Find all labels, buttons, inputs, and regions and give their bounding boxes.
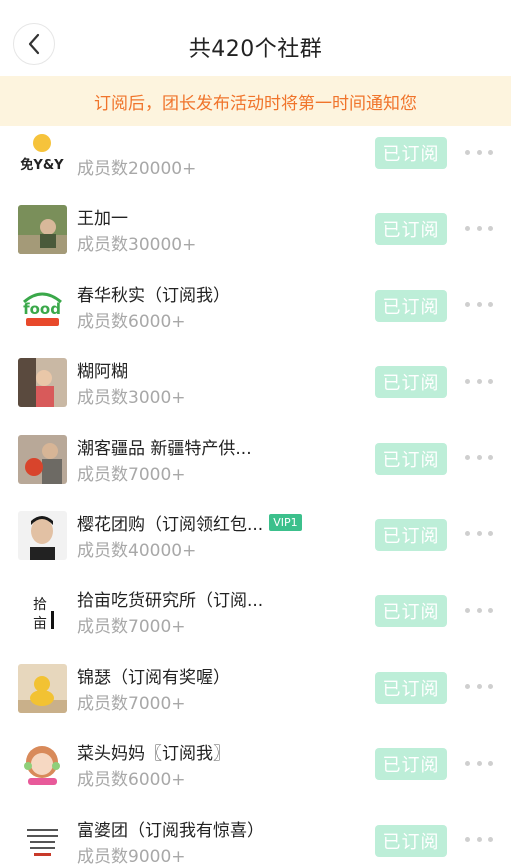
vip-badge: VIP1 <box>269 513 302 531</box>
member-count: 成员数3000+ <box>77 388 186 409</box>
header: 共420个社群 <box>0 0 511 76</box>
group-avatar <box>18 740 67 790</box>
group-name: 菜头妈妈〖订阅我〗 <box>77 744 230 765</box>
subscribed-button[interactable]: 已订阅 <box>375 137 447 169</box>
list-item[interactable]: 樱花团购（订阅领红包... VIP1 成员数40000+ 已订阅 <box>0 485 511 561</box>
subscribed-button[interactable]: 已订阅 <box>375 289 447 322</box>
svg-text:免Y&Y: 免Y&Y <box>20 157 64 173</box>
group-avatar <box>18 663 67 713</box>
list-item[interactable]: food 春华秋实（订阅我） 成员数6000+ 已订阅 <box>0 256 511 332</box>
more-icon[interactable] <box>465 834 493 846</box>
member-count: 成员数7000+ <box>77 693 186 714</box>
more-icon[interactable] <box>465 222 493 234</box>
svg-text:food: food <box>23 300 61 318</box>
more-icon[interactable] <box>465 146 493 158</box>
group-avatar <box>18 816 67 866</box>
subscribe-notice-banner: 订阅后，团长发布活动时将第一时间通知您 <box>0 76 511 126</box>
group-name: 糊阿糊 <box>77 362 128 383</box>
group-name: 春华秋实（订阅我） <box>77 285 230 306</box>
member-count: 成员数20000+ <box>77 159 197 179</box>
subscribed-button[interactable]: 已订阅 <box>375 824 447 857</box>
group-name: 潮客疆品 新疆特产供... <box>77 438 252 459</box>
subscribed-button[interactable]: 已订阅 <box>375 671 447 704</box>
svg-text:拾: 拾 <box>33 597 47 613</box>
group-name: 锦瑟（订阅有奖喔） <box>77 667 230 688</box>
subscribed-button[interactable]: 已订阅 <box>375 595 447 628</box>
member-count: 成员数7000+ <box>77 617 186 638</box>
member-count: 成员数6000+ <box>77 311 186 332</box>
member-count: 成员数9000+ <box>77 846 186 867</box>
member-count: 成员数6000+ <box>77 770 186 791</box>
svg-text:亩: 亩 <box>33 615 47 632</box>
group-name: 樱花团购（订阅领红包... VIP1 <box>77 510 302 535</box>
group-name: 拾亩吃货研究所（订阅... <box>77 591 264 612</box>
more-icon[interactable] <box>465 681 493 693</box>
list-item[interactable]: 潮客疆品 新疆特产供... 成员数7000+ 已订阅 <box>0 409 511 485</box>
group-avatar <box>18 205 67 255</box>
more-icon[interactable] <box>465 528 493 540</box>
group-avatar: 拾 亩 <box>18 587 67 637</box>
subscribed-button[interactable]: 已订阅 <box>375 366 447 399</box>
subscribed-button[interactable]: 已订阅 <box>375 518 447 551</box>
more-icon[interactable] <box>465 757 493 769</box>
more-icon[interactable] <box>465 375 493 387</box>
group-avatar: food <box>18 281 67 331</box>
group-avatar <box>18 358 67 408</box>
group-avatar <box>18 510 67 560</box>
page-title: 共420个社群 <box>188 37 323 62</box>
member-count: 成员数7000+ <box>77 464 186 485</box>
more-icon[interactable] <box>465 299 493 311</box>
group-avatar: 免Y&Y <box>18 129 67 178</box>
list-item[interactable]: 王加一 成员数30000+ 已订阅 <box>0 179 511 255</box>
group-name: 王加一 <box>77 209 128 230</box>
subscribed-button[interactable]: 已订阅 <box>375 748 447 781</box>
member-count: 成员数40000+ <box>77 540 197 561</box>
group-avatar <box>18 434 67 484</box>
list-item[interactable]: 富婆团（订阅我有惊喜） 成员数9000+ 已订阅 <box>0 791 511 867</box>
member-count: 成员数30000+ <box>77 235 197 256</box>
group-list: 免Y&Y 成员数20000+ 已订阅 王加一 成员数30000+ 已订阅 foo… <box>0 103 511 867</box>
list-item[interactable]: 菜头妈妈〖订阅我〗 成员数6000+ 已订阅 <box>0 714 511 790</box>
list-item[interactable]: 糊阿糊 成员数3000+ 已订阅 <box>0 332 511 408</box>
list-item[interactable]: 锦瑟（订阅有奖喔） 成员数7000+ 已订阅 <box>0 638 511 714</box>
group-name: 富婆团（订阅我有惊喜） <box>77 820 264 841</box>
subscribed-button[interactable]: 已订阅 <box>375 442 447 475</box>
list-item[interactable]: 拾 亩 拾亩吃货研究所（订阅... 成员数7000+ 已订阅 <box>0 561 511 637</box>
more-icon[interactable] <box>465 452 493 464</box>
subscribed-button[interactable]: 已订阅 <box>375 213 447 246</box>
more-icon[interactable] <box>465 604 493 616</box>
